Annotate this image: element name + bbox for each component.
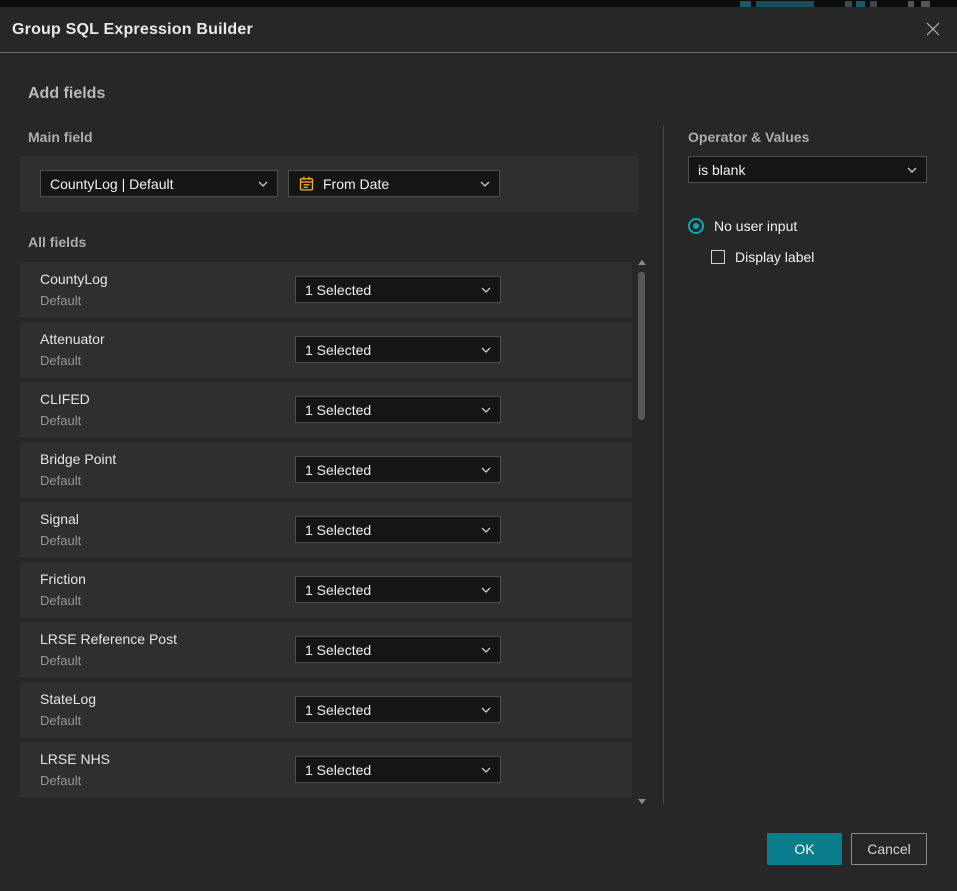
field-row: Bridge Point Default 1 Selected <box>20 442 632 497</box>
fields-list-scrollbar[interactable] <box>636 256 648 808</box>
scrollbar-down-arrow[interactable] <box>638 799 646 804</box>
field-row: CountyLog Default 1 Selected <box>20 262 632 317</box>
no-user-input-option[interactable]: No user input <box>688 218 797 234</box>
main-field-select-value: From Date <box>323 176 474 192</box>
dialog-header: Group SQL Expression Builder <box>0 7 957 53</box>
field-selected-dropdown[interactable]: 1 Selected <box>295 336 501 363</box>
all-fields-heading: All fields <box>28 234 86 250</box>
field-subtitle: Default <box>40 653 81 668</box>
add-fields-heading: Add fields <box>28 85 105 103</box>
chevron-down-icon <box>258 181 268 187</box>
field-selected-dropdown[interactable]: 1 Selected <box>295 576 501 603</box>
display-label-option[interactable]: Display label <box>711 249 814 265</box>
field-selected-value: 1 Selected <box>305 642 475 658</box>
chevron-down-icon <box>481 467 491 473</box>
no-user-input-label: No user input <box>714 218 797 234</box>
field-selected-value: 1 Selected <box>305 402 475 418</box>
chevron-down-icon <box>481 767 491 773</box>
operator-select-dropdown[interactable]: is blank <box>688 156 927 183</box>
cancel-button[interactable]: Cancel <box>851 833 927 865</box>
field-name: LRSE NHS <box>40 751 110 767</box>
close-icon <box>925 21 941 37</box>
calendar-date-icon <box>298 175 315 192</box>
chevron-down-icon <box>481 587 491 593</box>
field-subtitle: Default <box>40 473 81 488</box>
chevron-down-icon <box>481 347 491 353</box>
scrollbar-thumb[interactable] <box>638 272 645 420</box>
chevron-down-icon <box>907 167 917 173</box>
main-field-select-dropdown[interactable]: From Date <box>288 170 500 197</box>
field-name: StateLog <box>40 691 96 707</box>
field-name: CLIFED <box>40 391 90 407</box>
ok-button[interactable]: OK <box>767 833 842 865</box>
chevron-down-icon <box>481 647 491 653</box>
field-selected-value: 1 Selected <box>305 582 475 598</box>
field-row: Signal Default 1 Selected <box>20 502 632 557</box>
close-button[interactable] <box>923 19 943 39</box>
display-label-text: Display label <box>735 249 814 265</box>
group-sql-expression-builder-dialog: Group SQL Expression Builder Add fields … <box>0 7 957 891</box>
field-subtitle: Default <box>40 593 81 608</box>
field-name: Friction <box>40 571 86 587</box>
field-name: CountyLog <box>40 271 108 287</box>
chevron-down-icon <box>481 707 491 713</box>
display-label-checkbox[interactable] <box>711 250 725 264</box>
panel-divider <box>663 126 664 804</box>
field-selected-dropdown[interactable]: 1 Selected <box>295 516 501 543</box>
layer-select-value: CountyLog | Default <box>50 176 252 192</box>
field-row: Attenuator Default 1 Selected <box>20 322 632 377</box>
field-name: Bridge Point <box>40 451 116 467</box>
field-selected-value: 1 Selected <box>305 342 475 358</box>
field-subtitle: Default <box>40 353 81 368</box>
field-name: LRSE Reference Post <box>40 631 177 647</box>
main-field-panel: CountyLog | Default From Date <box>20 156 638 212</box>
field-row: LRSE NHS Default 1 Selected <box>20 742 632 797</box>
field-subtitle: Default <box>40 533 81 548</box>
field-selected-value: 1 Selected <box>305 702 475 718</box>
operator-select-value: is blank <box>698 162 901 178</box>
field-selected-value: 1 Selected <box>305 282 475 298</box>
operator-values-heading: Operator & Values <box>688 129 809 145</box>
field-selected-dropdown[interactable]: 1 Selected <box>295 696 501 723</box>
layer-select-dropdown[interactable]: CountyLog | Default <box>40 170 278 197</box>
all-fields-list: CountyLog Default 1 Selected Attenuator … <box>20 262 632 802</box>
background-app-strip <box>0 0 957 7</box>
chevron-down-icon <box>481 527 491 533</box>
field-selected-dropdown[interactable]: 1 Selected <box>295 276 501 303</box>
field-subtitle: Default <box>40 773 81 788</box>
chevron-down-icon <box>481 407 491 413</box>
scrollbar-up-arrow[interactable] <box>638 260 646 265</box>
field-row: LRSE Reference Post Default 1 Selected <box>20 622 632 677</box>
field-selected-dropdown[interactable]: 1 Selected <box>295 636 501 663</box>
chevron-down-icon <box>480 181 490 187</box>
field-name: Signal <box>40 511 79 527</box>
no-user-input-radio[interactable] <box>688 218 704 234</box>
field-selected-dropdown[interactable]: 1 Selected <box>295 456 501 483</box>
field-row: StateLog Default 1 Selected <box>20 682 632 737</box>
field-subtitle: Default <box>40 713 81 728</box>
field-subtitle: Default <box>40 413 81 428</box>
main-field-heading: Main field <box>28 129 93 145</box>
field-selected-dropdown[interactable]: 1 Selected <box>295 396 501 423</box>
chevron-down-icon <box>481 287 491 293</box>
dialog-title: Group SQL Expression Builder <box>12 21 253 39</box>
field-name: Attenuator <box>40 331 105 347</box>
field-subtitle: Default <box>40 293 81 308</box>
field-selected-value: 1 Selected <box>305 762 475 778</box>
field-row: Friction Default 1 Selected <box>20 562 632 617</box>
field-row: CLIFED Default 1 Selected <box>20 382 632 437</box>
field-selected-value: 1 Selected <box>305 462 475 478</box>
field-selected-dropdown[interactable]: 1 Selected <box>295 756 501 783</box>
field-selected-value: 1 Selected <box>305 522 475 538</box>
